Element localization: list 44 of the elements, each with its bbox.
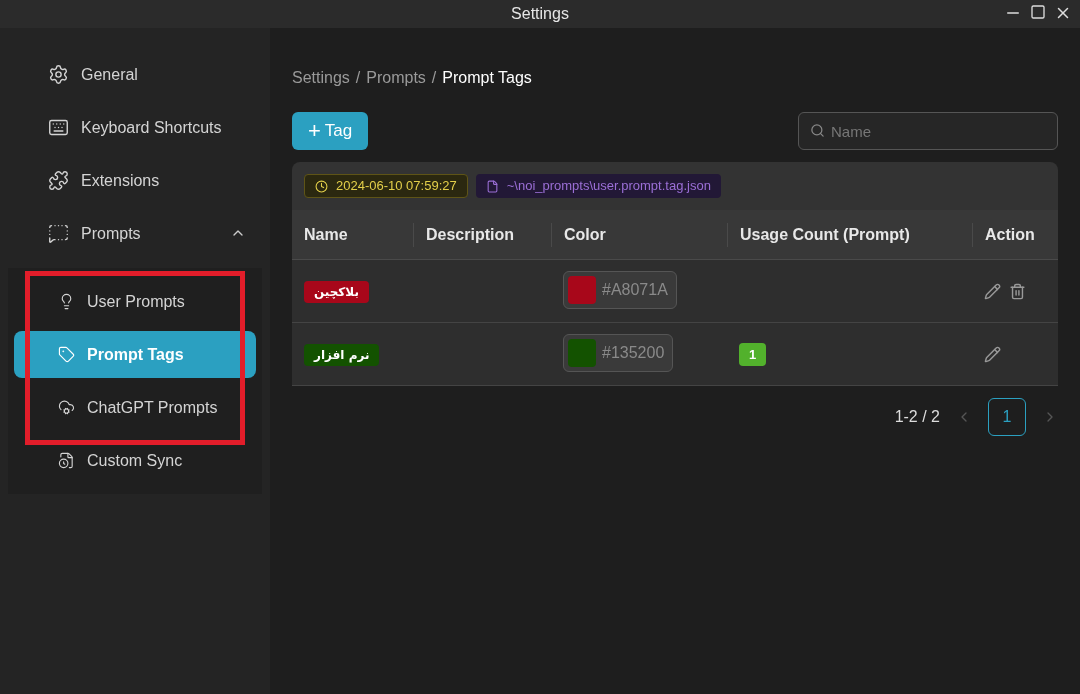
search-field[interactable]: Name <box>798 112 1058 150</box>
column-header: Color <box>564 225 606 243</box>
sidebar-item[interactable]: General <box>8 48 262 101</box>
sidebar-item[interactable]: Keyboard Shortcuts <box>8 101 262 154</box>
sidebar-item[interactable]: Custom Sync <box>14 437 256 484</box>
breadcrumb-item: Prompt Tags <box>442 68 532 88</box>
search-icon <box>810 123 825 138</box>
clock-icon <box>315 179 328 193</box>
column-header: Name <box>304 225 348 243</box>
color-hex: #135200 <box>602 343 666 363</box>
file-icon <box>485 179 499 193</box>
breadcrumb-item[interactable]: Prompts <box>366 66 426 90</box>
breadcrumb-item[interactable]: Settings <box>292 66 350 90</box>
breadcrumb-separator: / <box>355 68 361 88</box>
column-header: Usage Count (Prompt) <box>740 225 910 243</box>
page-button[interactable]: 1 <box>988 398 1026 436</box>
breadcrumb-separator: / <box>431 68 437 88</box>
tag-label: بلاکچین <box>304 281 369 303</box>
edit-icon[interactable] <box>984 282 1001 300</box>
usage-count: 1 <box>739 343 767 366</box>
timestamp-badge: 2024-06-10 07:59:27 <box>304 174 468 198</box>
chat-icon <box>48 223 69 244</box>
edit-icon[interactable] <box>984 345 1001 363</box>
color-swatch <box>568 276 596 304</box>
column-header: Description <box>426 225 514 243</box>
window-title: Settings <box>511 4 569 24</box>
sidebar-item[interactable]: ChatGPT Prompts <box>14 384 256 431</box>
sidebar-item[interactable]: Extensions <box>8 154 262 207</box>
cloud-icon <box>58 399 75 416</box>
puzzle-icon <box>48 170 69 191</box>
keyboard-icon <box>48 117 69 138</box>
file-icon <box>58 452 75 469</box>
file-path-badge: ~\noi_prompts\user.prompt.tag.json <box>475 174 721 198</box>
sidebar-item[interactable]: Prompts <box>8 207 262 260</box>
maximize-icon[interactable] <box>1030 4 1046 20</box>
pagination-range: 1-2 / 2 <box>894 407 940 427</box>
settings-icon <box>48 64 69 85</box>
delete-icon[interactable] <box>1009 282 1026 300</box>
color-swatch <box>568 339 596 367</box>
tag-icon <box>58 346 75 363</box>
column-header: Action <box>985 225 1035 243</box>
color-hex: #A8071A <box>602 280 669 300</box>
sidebar-item[interactable]: User Prompts <box>14 278 256 325</box>
tag-label: نرم افزار <box>304 344 380 366</box>
